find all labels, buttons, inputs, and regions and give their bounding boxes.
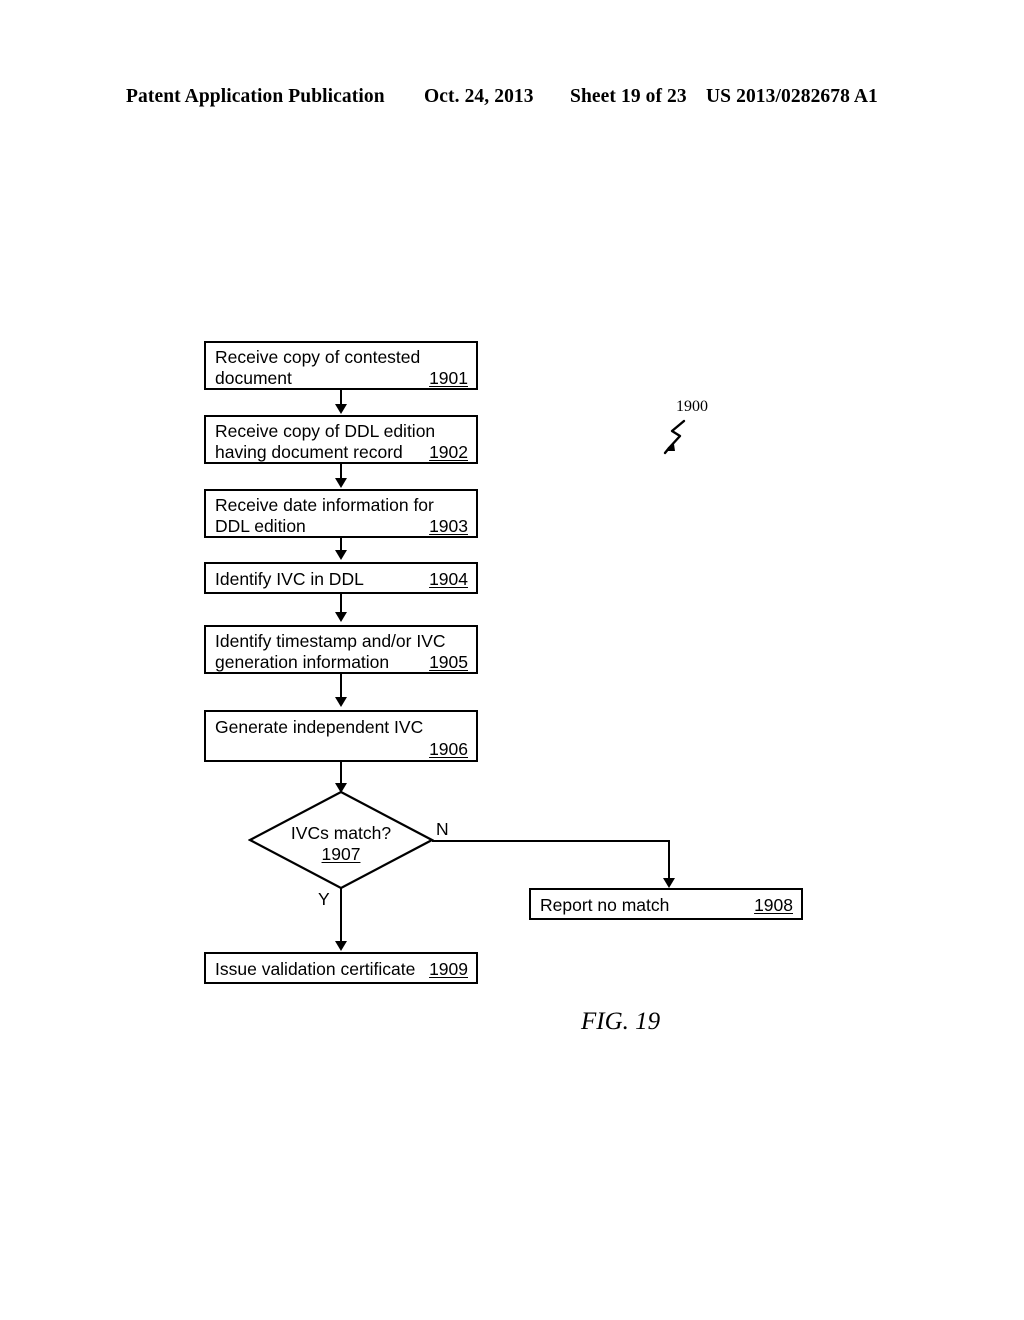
flow-node-1901-ref: 1901 (429, 368, 468, 388)
flow-node-1902: Receive copy of DDL edition having docum… (204, 415, 478, 464)
connector-1905-1906 (340, 674, 342, 698)
flow-node-1907: IVCs match? 1907 (248, 790, 434, 890)
connector-1907-1908-vertical (668, 840, 670, 882)
flow-node-1909-line-0: Issue validation certificate 1909 (215, 959, 468, 979)
flow-node-1906-line-0: Generate independent IVC (215, 717, 424, 737)
flow-node-1903-line-1: DDL edition 1903 (215, 516, 468, 536)
connector-1902-1903-arrowhead (335, 478, 347, 488)
connector-1907-1908-horizontal (432, 840, 670, 842)
flow-node-1905-line-1: generation information 1905 (215, 652, 468, 672)
header-sheet-number: Sheet 19 of 23 (570, 86, 687, 107)
connector-1903-1904-arrowhead (335, 550, 347, 560)
flow-node-1903: Receive date information for DDL edition… (204, 489, 478, 538)
connector-1907-1908-arrowhead (663, 878, 675, 888)
flow-node-1903-ref: 1903 (429, 516, 468, 536)
flow-node-1906: Generate independent IVC 1906 (204, 710, 478, 762)
connector-1907-1909 (340, 888, 342, 944)
flow-node-1901-line-0: Receive copy of contested (215, 347, 421, 367)
flow-node-1906-line-1: 1906 (215, 738, 468, 760)
branch-label-yes: Y (318, 889, 330, 909)
flow-node-1907-ref: 1907 (321, 844, 361, 864)
connector-1904-1905 (340, 594, 342, 614)
connector-1907-1909-arrowhead (335, 941, 347, 951)
flow-node-1907-label: IVCs match? (290, 823, 392, 843)
flow-node-1903-line-0: Receive date information for (215, 495, 434, 515)
flow-node-1906-ref: 1906 (429, 739, 468, 759)
flow-node-1904-ref: 1904 (429, 569, 468, 589)
flow-node-1901-line-1: document 1901 (215, 368, 468, 388)
flow-node-1908-line-0: Report no match 1908 (540, 895, 793, 915)
figure-caption: FIG. 19 (581, 1008, 661, 1035)
connector-1901-1902-arrowhead (335, 404, 347, 414)
flow-node-1902-ref: 1902 (429, 442, 468, 462)
flow-node-1909: Issue validation certificate 1909 (204, 952, 478, 984)
flow-node-1908: Report no match 1908 (529, 888, 803, 920)
flow-node-1904: Identify IVC in DDL 1904 (204, 562, 478, 594)
header-publication-date: Oct. 24, 2013 (424, 86, 534, 107)
flow-node-1905-line-0: Identify timestamp and/or IVC (215, 631, 446, 651)
connector-1905-1906-arrowhead (335, 697, 347, 707)
flow-node-1904-line-0: Identify IVC in DDL 1904 (215, 569, 468, 589)
branch-label-no: N (436, 819, 449, 839)
flow-node-1902-line-1: having document record 1902 (215, 442, 468, 462)
flow-node-1909-ref: 1909 (429, 959, 468, 979)
flow-node-1901: Receive copy of contested document 1901 (204, 341, 478, 390)
page-header: Patent Application Publication Oct. 24, … (0, 86, 1024, 112)
flow-node-1908-ref: 1908 (754, 895, 793, 915)
diagram-reference-leader-icon (663, 419, 686, 455)
header-publication-title: Patent Application Publication (126, 86, 385, 107)
header-patent-number: US 2013/0282678 A1 (706, 86, 878, 107)
flow-node-1905: Identify timestamp and/or IVC generation… (204, 625, 478, 674)
flow-node-1905-ref: 1905 (429, 652, 468, 672)
flow-node-1902-line-0: Receive copy of DDL edition (215, 421, 436, 441)
connector-1904-1905-arrowhead (335, 612, 347, 622)
patent-figure-page: Patent Application Publication Oct. 24, … (0, 0, 1024, 1320)
diagram-reference-label: 1900 (676, 398, 708, 415)
